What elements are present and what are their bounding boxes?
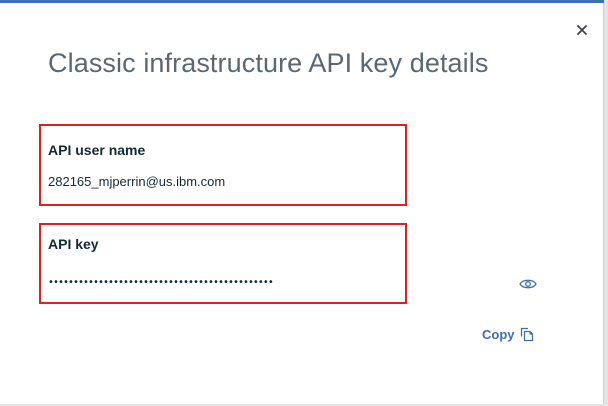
eye-icon	[519, 279, 537, 289]
api-key-details-modal: Classic infrastructure API key details A…	[0, 0, 604, 404]
api-key-label: API key	[48, 236, 99, 252]
modal-title: Classic infrastructure API key details	[48, 48, 489, 78]
close-icon	[577, 25, 587, 35]
api-key-section: API key	[39, 223, 407, 304]
api-user-name-value[interactable]: 282165_mjperrin@us.ibm.com	[48, 174, 225, 189]
close-button[interactable]	[572, 20, 592, 40]
copy-icon	[520, 327, 533, 342]
api-key-field[interactable]	[48, 272, 308, 292]
copy-button[interactable]: Copy	[482, 326, 535, 342]
copy-button-label: Copy	[482, 326, 515, 342]
modal-top-accent-bar	[0, 0, 604, 3]
toggle-visibility-button[interactable]	[519, 277, 537, 291]
api-user-name-label: API user name	[48, 142, 146, 158]
api-user-name-section: API user name 282165_mjperrin@us.ibm.com	[39, 124, 407, 206]
